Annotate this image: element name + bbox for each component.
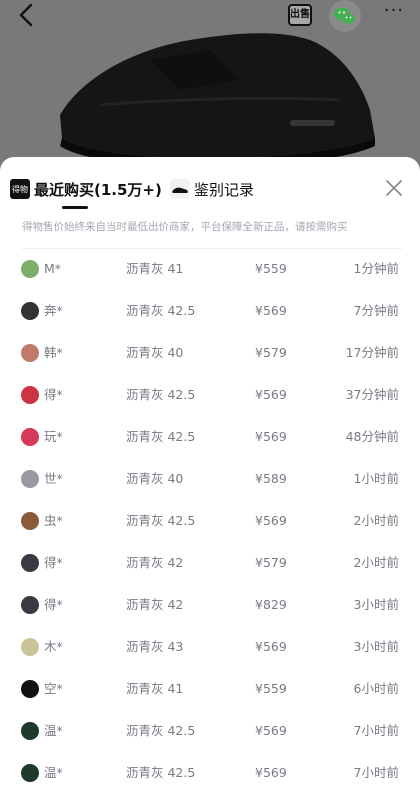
price: ¥829	[255, 597, 287, 612]
purchase-time: 37分钟前	[345, 387, 399, 402]
tab-bar: 得物 最近购买(1.5万+) 鉴别记录	[0, 157, 420, 213]
avatar[interactable]	[21, 764, 39, 782]
buyer-name: 虫*	[44, 513, 63, 528]
buyer-name: 得*	[44, 387, 63, 402]
price: ¥559	[255, 681, 287, 696]
price: ¥589	[255, 471, 287, 486]
price: ¥569	[255, 513, 287, 528]
purchase-record-row: 空* 沥青灰 41 ¥559 6小时前	[0, 669, 420, 711]
price-notice: 得物售价始终来自当时最低出价商家，平台保障全新正品，请按需购买	[22, 221, 348, 233]
variant-size: 沥青灰 40	[126, 345, 184, 360]
purchase-record-row: 虫* 沥青灰 42.5 ¥569 2小时前	[0, 501, 420, 543]
purchase-time: 1小时前	[353, 471, 399, 486]
purchase-time: 2小时前	[353, 555, 399, 570]
buyer-name: 得*	[44, 555, 63, 570]
purchase-time: 3小时前	[353, 639, 399, 654]
price: ¥569	[255, 429, 287, 444]
chevron-left-icon[interactable]	[14, 2, 40, 28]
tab-recent-purchases-label: 最近购买(1.5万+)	[34, 180, 162, 199]
avatar[interactable]	[21, 596, 39, 614]
price: ¥569	[255, 387, 287, 402]
variant-size: 沥青灰 42.5	[126, 723, 196, 738]
purchase-time: 48分钟前	[345, 429, 399, 444]
purchase-record-row: 得* 沥青灰 42 ¥579 2小时前	[0, 543, 420, 585]
variant-size: 沥青灰 41	[126, 681, 184, 696]
purchase-record-row: 世* 沥青灰 40 ¥589 1小时前	[0, 459, 420, 501]
buyer-name: 温*	[44, 723, 63, 738]
price: ¥569	[255, 765, 287, 780]
purchase-time: 6小时前	[353, 681, 399, 696]
active-tab-indicator	[62, 206, 88, 209]
purchase-record-row: 玩* 沥青灰 42.5 ¥569 48分钟前	[0, 417, 420, 459]
shoe-icon	[170, 179, 190, 199]
purchase-record-row: 奔* 沥青灰 42.5 ¥569 7分钟前	[0, 291, 420, 333]
price: ¥569	[255, 303, 287, 318]
variant-size: 沥青灰 42.5	[126, 513, 196, 528]
price: ¥579	[255, 555, 287, 570]
avatar[interactable]	[21, 554, 39, 572]
variant-size: 沥青灰 42.5	[126, 387, 196, 402]
buyer-name: 木*	[44, 639, 63, 654]
variant-size: 沥青灰 42	[126, 555, 184, 570]
purchase-time: 7小时前	[353, 723, 399, 738]
purchase-record-row: 温* 沥青灰 42.5 ¥569 7小时前	[0, 711, 420, 753]
purchase-record-row: 得* 沥青灰 42 ¥829 3小时前	[0, 585, 420, 627]
purchase-record-row: 韩* 沥青灰 40 ¥579 17分钟前	[0, 333, 420, 375]
variant-size: 沥青灰 41	[126, 261, 184, 276]
tab-appraisal-records-label: 鉴别记录	[194, 180, 255, 199]
screen: 出售 ··· 得物 最近购买(1.5万+) 鉴别记录 得物售价始终来自当时最低出…	[0, 0, 420, 800]
recent-purchases-sheet: 得物 最近购买(1.5万+) 鉴别记录 得物售价始终来自当时最低出价商家，平台保…	[0, 157, 420, 800]
purchase-time: 2小时前	[353, 513, 399, 528]
purchase-time: 3小时前	[353, 597, 399, 612]
avatar[interactable]	[21, 680, 39, 698]
variant-size: 沥青灰 42.5	[126, 429, 196, 444]
variant-size: 沥青灰 43	[126, 639, 184, 654]
buyer-name: 温*	[44, 765, 63, 780]
avatar[interactable]	[21, 512, 39, 530]
variant-size: 沥青灰 42.5	[126, 765, 196, 780]
tab-appraisal-records[interactable]: 鉴别记录	[170, 175, 254, 203]
variant-size: 沥青灰 42	[126, 597, 184, 612]
price: ¥579	[255, 345, 287, 360]
avatar[interactable]	[21, 260, 39, 278]
price: ¥559	[255, 261, 287, 276]
buyer-name: 空*	[44, 681, 63, 696]
avatar[interactable]	[21, 638, 39, 656]
avatar[interactable]	[21, 344, 39, 362]
buyer-name: 玩*	[44, 429, 63, 444]
avatar[interactable]	[21, 428, 39, 446]
dewu-logo-icon: 得物	[10, 179, 30, 199]
avatar[interactable]	[21, 386, 39, 404]
purchase-time: 7分钟前	[353, 303, 399, 318]
purchase-record-row: 温* 沥青灰 42.5 ¥569 7小时前	[0, 753, 420, 795]
buyer-name: M*	[44, 261, 62, 276]
buyer-name: 世*	[44, 471, 63, 486]
buyer-name: 奔*	[44, 303, 63, 318]
purchase-record-row: 得* 沥青灰 42.5 ¥569 37分钟前	[0, 375, 420, 417]
avatar[interactable]	[21, 302, 39, 320]
purchase-time: 7小时前	[353, 765, 399, 780]
buyer-name: 韩*	[44, 345, 63, 360]
variant-size: 沥青灰 42.5	[126, 303, 196, 318]
variant-size: 沥青灰 40	[126, 471, 184, 486]
wechat-share-button[interactable]	[329, 0, 361, 32]
purchase-time: 1分钟前	[353, 261, 399, 276]
price: ¥569	[255, 723, 287, 738]
wechat-icon	[334, 7, 356, 25]
purchase-record-row: 木* 沥青灰 43 ¥569 3小时前	[0, 627, 420, 669]
close-icon[interactable]	[384, 178, 404, 198]
purchase-record-row: M* 沥青灰 41 ¥559 1分钟前	[0, 249, 420, 291]
purchase-time: 17分钟前	[345, 345, 399, 360]
purchase-record-list: M* 沥青灰 41 ¥559 1分钟前奔* 沥青灰 42.5 ¥569 7分钟前韩* 沥青灰 …	[0, 249, 420, 795]
more-button[interactable]: ···	[380, 2, 408, 24]
top-bar: 出售 ···	[0, 0, 420, 32]
price: ¥569	[255, 639, 287, 654]
buyer-name: 得*	[44, 597, 63, 612]
tab-recent-purchases[interactable]: 得物 最近购买(1.5万+)	[10, 175, 162, 203]
avatar[interactable]	[21, 470, 39, 488]
avatar[interactable]	[21, 722, 39, 740]
sell-button[interactable]: 出售	[288, 4, 312, 26]
